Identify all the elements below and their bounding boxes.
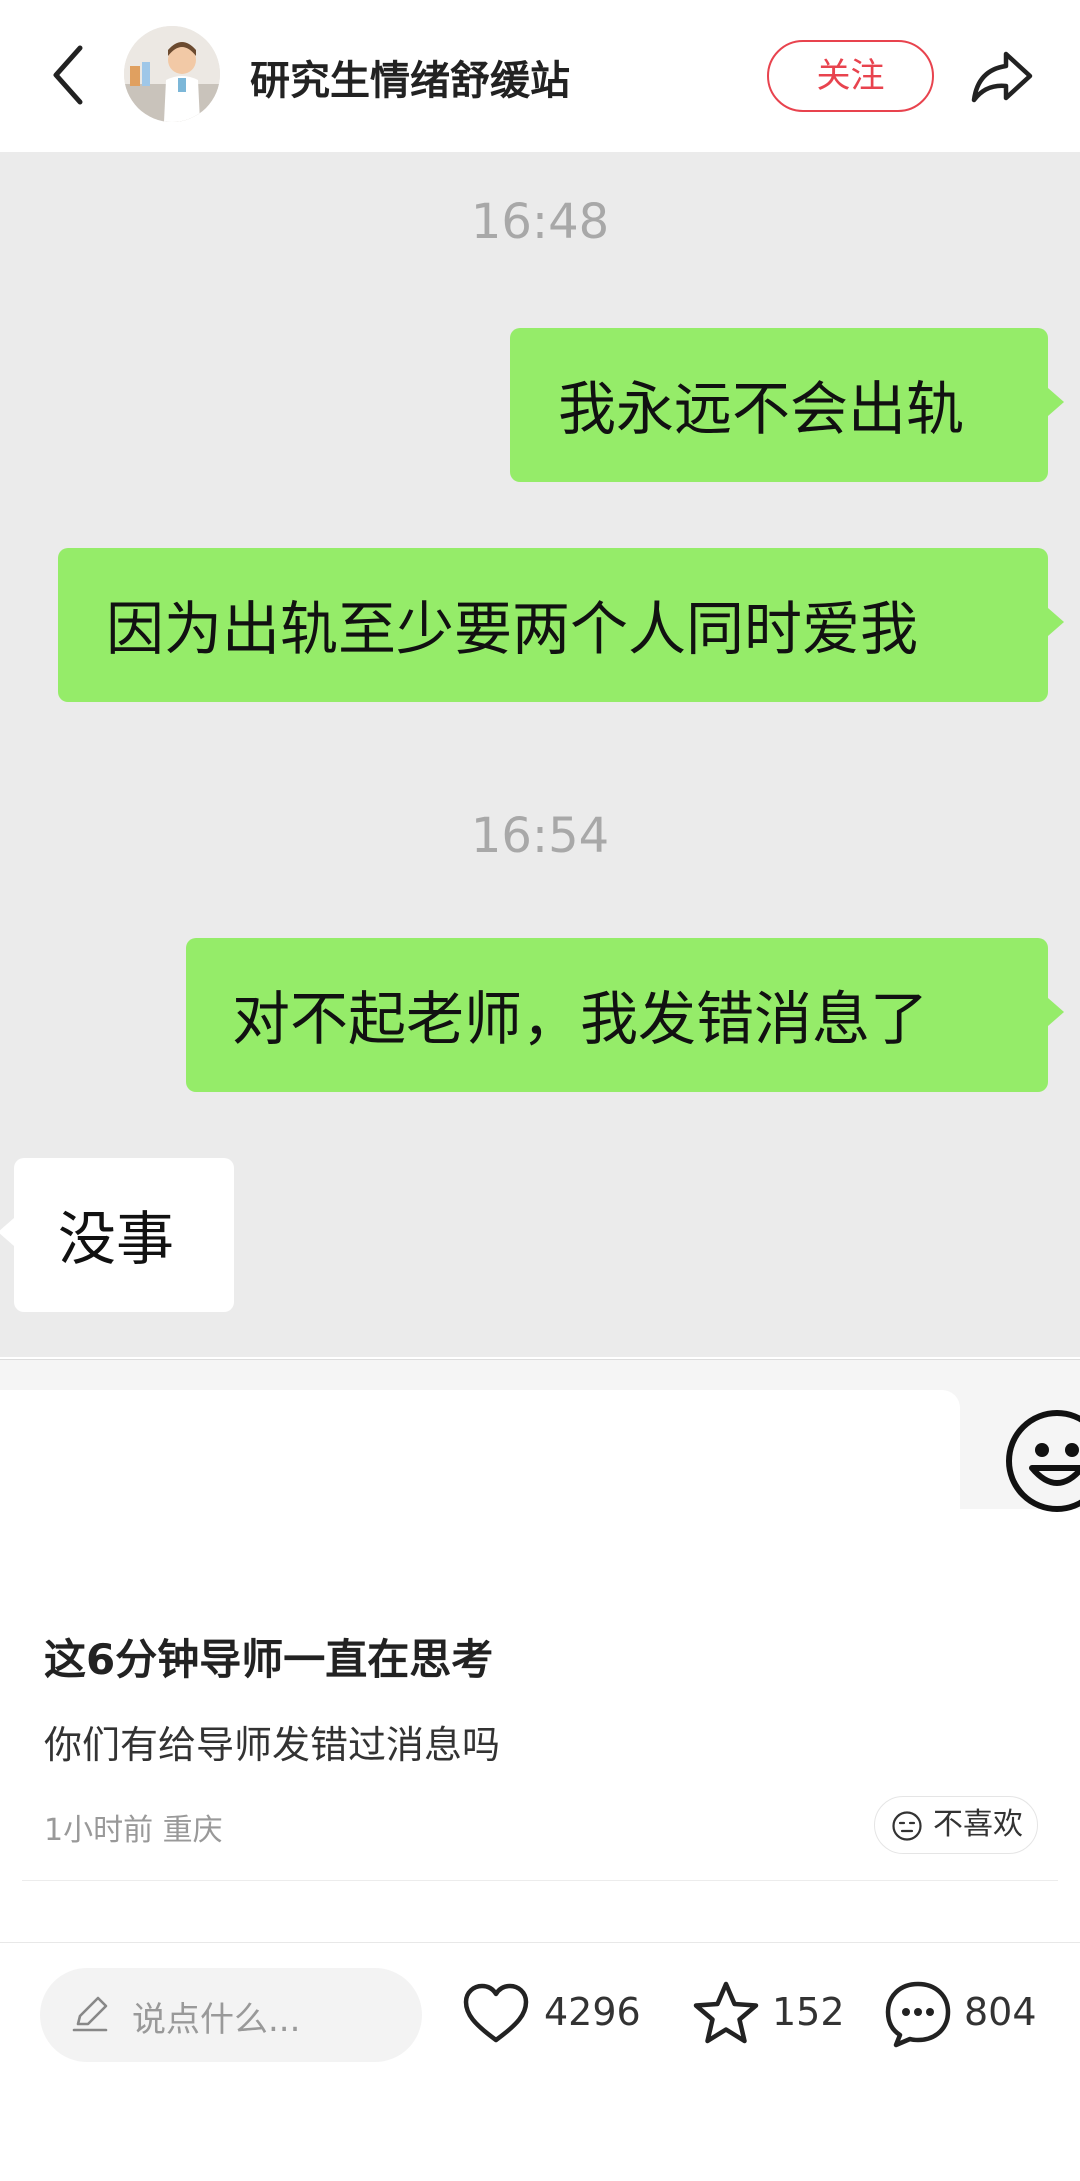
dislike-face-icon [892, 1811, 922, 1841]
like-count: 4296 [544, 1990, 641, 2034]
message-bubble-sent: 对不起老师，我发错消息了 [186, 938, 1048, 1092]
dislike-label: 不喜欢 [933, 1807, 1023, 1842]
divider [0, 1942, 1080, 1943]
author-avatar[interactable] [124, 26, 220, 122]
comment-placeholder: 说点什么... [132, 2000, 301, 2040]
follow-button[interactable]: 关注 [767, 40, 934, 112]
share-icon[interactable] [966, 40, 1038, 112]
comment-input[interactable]: 说点什么... [40, 1968, 422, 2062]
timestamp: 16:48 [470, 194, 610, 250]
dislike-button[interactable]: 不喜欢 [874, 1796, 1038, 1854]
pen-icon [72, 1996, 108, 2032]
bubble-tail [1048, 388, 1064, 416]
post-title: 这6分钟导师一直在思考 [44, 1635, 494, 1684]
collect-count: 152 [772, 1990, 845, 2034]
post-meta: 1小时前 重庆 [44, 1813, 223, 1848]
bubble-tail [1048, 998, 1064, 1026]
heart-icon[interactable] [460, 1978, 532, 2050]
bubble-tail [1048, 608, 1064, 636]
bubble-tail [0, 1218, 14, 1246]
back-arrow-icon[interactable] [44, 40, 94, 110]
message-bubble-received: 没事 [14, 1158, 234, 1312]
divider [22, 1880, 1058, 1881]
top-bar: 研究生情绪舒缓站 关注 [0, 0, 1080, 152]
chat-screenshot: 16:48 我永远不会出轨 因为出轨至少要两个人同时爱我 16:54 对不起老师… [0, 152, 1080, 1540]
comment-count: 804 [964, 1990, 1037, 2034]
star-icon[interactable] [690, 1978, 762, 2050]
timestamp: 16:54 [470, 808, 610, 864]
post-body: 你们有给导师发错过消息吗 [44, 1723, 501, 1767]
message-bubble-sent: 我永远不会出轨 [510, 328, 1048, 482]
author-name[interactable]: 研究生情绪舒缓站 [250, 48, 570, 106]
comment-bubble-icon[interactable] [882, 1978, 954, 2050]
chat-input-field [0, 1390, 960, 1540]
emoji-icon [1006, 1410, 1080, 1512]
chat-input-bar [0, 1359, 1080, 1540]
message-bubble-sent: 因为出轨至少要两个人同时爱我 [58, 548, 1048, 702]
